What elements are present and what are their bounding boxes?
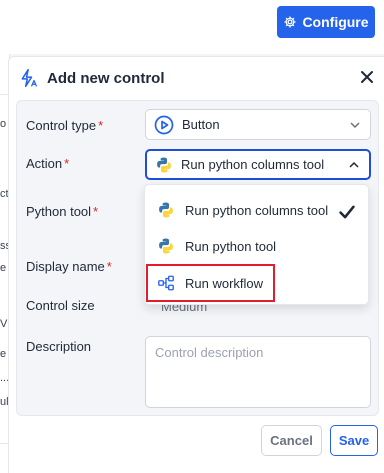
cancel-button[interactable]: Cancel: [261, 425, 322, 456]
control-type-value: Button: [182, 117, 220, 132]
description-textarea[interactable]: Control description: [145, 336, 371, 408]
option-label: Run workflow: [185, 275, 264, 291]
lightning-icon: [21, 68, 38, 88]
close-icon[interactable]: [360, 70, 374, 84]
chevron-up-icon: [349, 161, 359, 168]
action-dropdown-menu: Run python columns tool Run python tool …: [144, 184, 369, 305]
option-label: Run python columns tool: [185, 202, 329, 218]
panel-title: Add new control: [19, 67, 165, 89]
display-name-label: Display name *: [26, 259, 112, 274]
action-value: Run python columns tool: [181, 157, 325, 172]
top-bar: Configure: [0, 0, 384, 54]
gear-icon: [284, 16, 296, 28]
python-icon: [159, 202, 173, 218]
panel-title-text: Add new control: [47, 69, 165, 87]
chevron-down-icon: [350, 121, 360, 128]
python-tool-label: Python tool *: [26, 204, 99, 219]
python-icon: [157, 157, 171, 172]
play-circle-icon: [154, 115, 174, 134]
description-label: Description: [26, 339, 92, 354]
control-type-label: Control type *: [26, 118, 104, 133]
checkmark-icon: [339, 205, 355, 219]
save-button[interactable]: Save: [330, 425, 378, 456]
dropdown-option-run-python-columns-tool[interactable]: Run python columns tool: [145, 193, 368, 227]
workflow-icon: [158, 275, 174, 291]
option-label: Run python tool: [185, 238, 277, 254]
action-label: Action *: [26, 156, 70, 171]
description-placeholder: Control description: [155, 345, 264, 360]
configure-button[interactable]: Configure: [277, 6, 375, 38]
dropdown-option-run-workflow[interactable]: Run workflow: [145, 266, 368, 300]
dropdown-option-run-python-tool[interactable]: Run python tool: [145, 229, 368, 263]
control-type-select[interactable]: Button: [145, 109, 371, 140]
python-icon: [159, 238, 173, 254]
action-select[interactable]: Run python columns tool: [145, 149, 371, 180]
control-size-label: Control size: [26, 298, 95, 313]
configure-label: Configure: [302, 14, 369, 30]
